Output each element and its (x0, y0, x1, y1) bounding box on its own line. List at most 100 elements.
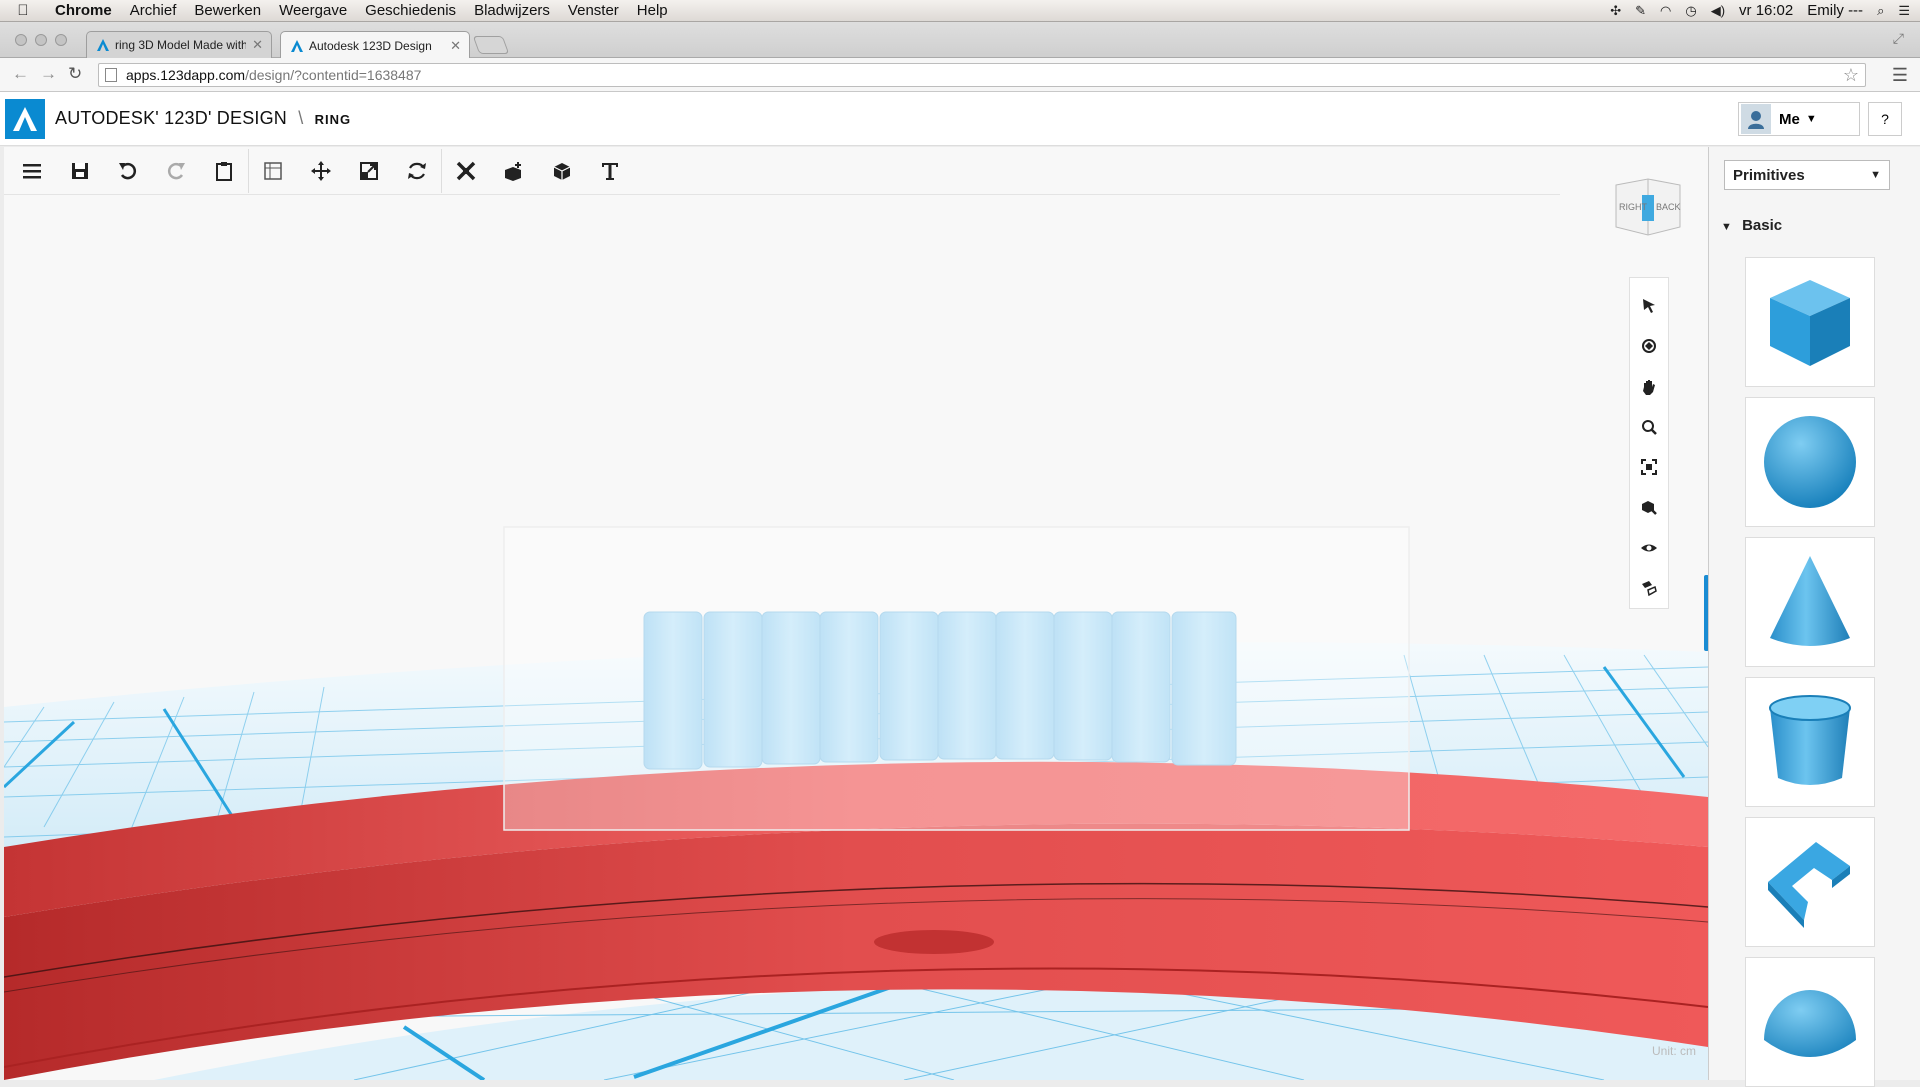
visibility-icon[interactable] (1629, 528, 1669, 568)
snap-icon[interactable] (1629, 568, 1669, 608)
notification-icon[interactable]: ☰ (1898, 3, 1910, 19)
text-icon[interactable] (586, 147, 634, 195)
tool-bar (8, 147, 634, 195)
section-basic[interactable]: ▼ Basic (1721, 217, 1782, 234)
select-icon[interactable] (1629, 286, 1669, 326)
user-menu-button[interactable]: Me ▼ (1738, 102, 1860, 136)
wifi-icon[interactable]: ◠ (1660, 3, 1671, 19)
clock[interactable]: vr 16:02 (1739, 2, 1793, 19)
menu-archief[interactable]: Archief (121, 2, 186, 19)
selection-box (503, 526, 1410, 831)
help-button[interactable]: ? (1868, 102, 1902, 136)
tab-autodesk-123d[interactable]: Autodesk 123D Design ✕ (280, 31, 470, 59)
primitive-polygon[interactable] (1745, 817, 1875, 947)
menu-weergave[interactable]: Weergave (270, 2, 356, 19)
os-menubar:  Chrome Archief Bewerken Weergave Gesch… (0, 0, 1920, 22)
design-viewport[interactable]: RIGHT BACK Unit: cm (4, 147, 1708, 1080)
pan-icon[interactable] (1629, 367, 1669, 407)
modify-icon[interactable] (442, 147, 490, 195)
primitives-panel: Primitives ▼ ▼ Basic (1708, 147, 1920, 1087)
browser-toolbar: ← → ↻ apps.123dapp.com /design/?contenti… (0, 58, 1920, 92)
redo-icon[interactable] (152, 147, 200, 195)
address-bar[interactable]: apps.123dapp.com /design/?contentid=1638… (98, 63, 1866, 87)
clipboard-icon[interactable] (200, 147, 248, 195)
avatar (1741, 104, 1771, 134)
hemisphere-icon (1764, 990, 1856, 1057)
chevron-down-icon: ▼ (1805, 113, 1817, 125)
minimize-window-icon[interactable] (35, 34, 47, 46)
primitive-sphere[interactable] (1745, 397, 1875, 527)
primitive-hemisphere[interactable] (1745, 957, 1875, 1087)
dropdown-value: Primitives (1733, 166, 1805, 184)
autodesk-logo-icon[interactable] (5, 98, 45, 139)
breadcrumb-separator: \ (298, 108, 304, 128)
user-name[interactable]: Emily --- (1807, 2, 1863, 19)
scale-icon[interactable] (345, 147, 393, 195)
url-host: apps.123dapp.com (126, 67, 246, 83)
menu-help[interactable]: Help (628, 2, 677, 19)
menu-bladwijzers[interactable]: Bladwijzers (465, 2, 559, 19)
autodesk-favicon-icon (289, 38, 305, 54)
reload-icon[interactable]: ↻ (68, 64, 82, 84)
material-icon[interactable] (1629, 487, 1669, 527)
3d-scene[interactable] (4, 147, 1708, 1080)
orbit-icon[interactable] (1629, 326, 1669, 366)
apple-icon[interactable]:  (0, 2, 46, 19)
sync-icon[interactable]: ✣ (1610, 3, 1621, 19)
cone-icon (1770, 556, 1850, 646)
tab-strip: ring 3D Model Made with ✕ Autodesk 123D … (0, 22, 1920, 59)
app-header: AUTODESK' 123D' DESIGN \ RING Me ▼ ? (0, 92, 1920, 146)
user-label: Me (1779, 110, 1800, 128)
save-icon[interactable] (56, 147, 104, 195)
tab-title: Autodesk 123D Design (309, 38, 432, 53)
tab-ring-model[interactable]: ring 3D Model Made with ✕ (86, 31, 272, 58)
cylinder-icon (1769, 695, 1851, 785)
primitive-cylinder[interactable] (1745, 677, 1875, 807)
move-icon[interactable] (297, 147, 345, 195)
close-tab-icon[interactable]: ✕ (450, 38, 461, 54)
navigation-bar (1629, 277, 1669, 609)
url-path: /design/?contentid=1638487 (245, 67, 422, 83)
primitive-box[interactable] (1745, 257, 1875, 387)
back-icon[interactable]: ← (12, 64, 29, 84)
menu-icon[interactable] (8, 147, 56, 195)
view-cube[interactable]: RIGHT BACK (1614, 177, 1682, 237)
grid-snap-icon[interactable] (249, 147, 297, 195)
new-tab-button[interactable] (472, 36, 510, 54)
pen-icon[interactable]: ✎ (1635, 3, 1646, 19)
bookmark-star-icon[interactable]: ☆ (1843, 65, 1859, 86)
time-machine-icon[interactable]: ◷ (1685, 3, 1696, 19)
menu-geschiedenis[interactable]: Geschiedenis (356, 2, 465, 19)
forward-icon[interactable]: → (40, 64, 57, 84)
toolbar-underline (4, 194, 1560, 195)
fit-icon[interactable] (1629, 447, 1669, 487)
chrome-menu-icon[interactable]: ☰ (1892, 65, 1908, 86)
combine-icon[interactable] (490, 147, 538, 195)
fullscreen-icon[interactable]: ⤢ (1893, 30, 1904, 47)
polygon-wedge-icon (1768, 842, 1850, 928)
sphere-icon (1764, 416, 1856, 508)
project-name[interactable]: RING (315, 112, 352, 127)
primitives-dropdown[interactable]: Primitives ▼ (1724, 160, 1890, 190)
group-icon[interactable] (538, 147, 586, 195)
app-title: AUTODESK' 123D' DESIGN \ RING (55, 108, 351, 129)
menu-chrome[interactable]: Chrome (46, 2, 121, 19)
primitive-cone[interactable] (1745, 537, 1875, 667)
spotlight-icon[interactable]: ⌕ (1877, 3, 1884, 19)
autodesk-favicon-icon (95, 37, 111, 53)
close-window-icon[interactable] (15, 34, 27, 46)
zoom-icon[interactable] (1629, 407, 1669, 447)
tab-title: ring 3D Model Made with (115, 38, 247, 52)
zoom-window-icon[interactable] (55, 34, 67, 46)
volume-icon[interactable]: ◀) (1711, 3, 1725, 19)
box-icon (1770, 280, 1850, 366)
close-tab-icon[interactable]: ✕ (252, 37, 263, 53)
page-icon (105, 68, 117, 82)
chevron-down-icon: ▼ (1721, 221, 1732, 233)
unit-label[interactable]: Unit: cm (1652, 1044, 1696, 1058)
menu-bewerken[interactable]: Bewerken (185, 2, 270, 19)
refresh-icon[interactable] (393, 147, 441, 195)
undo-icon[interactable] (104, 147, 152, 195)
brand-name: AUTODESK' 123D' DESIGN (55, 108, 288, 128)
menu-venster[interactable]: Venster (559, 2, 628, 19)
